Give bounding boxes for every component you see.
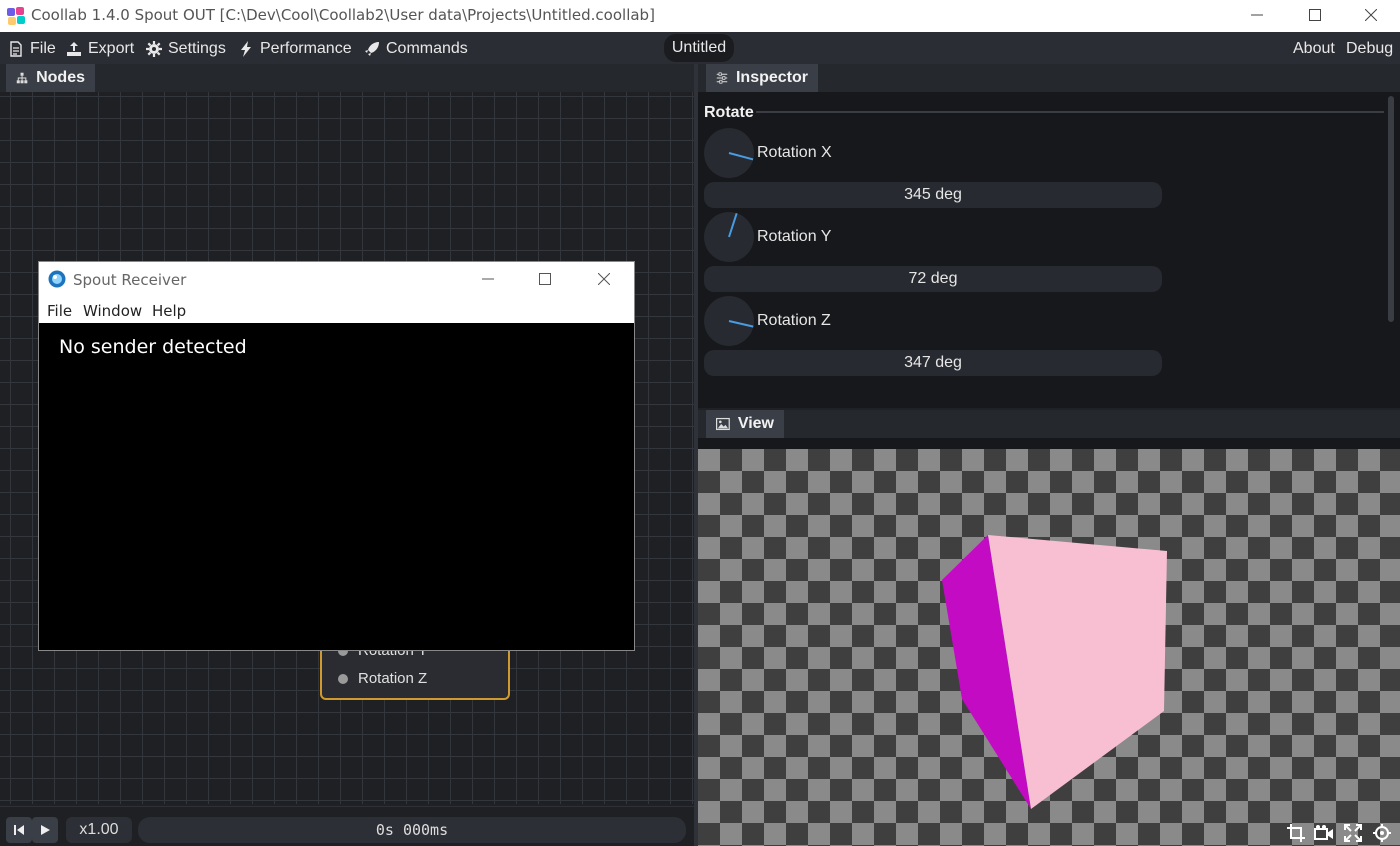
menu-export[interactable]: Export <box>66 40 134 58</box>
rotation-x-knob[interactable] <box>704 128 754 178</box>
menu-commands-label: Commands <box>386 40 468 57</box>
menu-commands[interactable]: Commands <box>364 40 468 58</box>
nodes-tab-bar: Nodes <box>0 64 694 92</box>
rewind-button[interactable] <box>6 817 32 843</box>
fullscreen-button[interactable] <box>1342 822 1364 844</box>
node-port-label: Rotation Z <box>358 670 428 687</box>
inspector-panel: Rotate Rotation X 345 deg Rotation Y 72 … <box>698 92 1400 408</box>
tab-nodes[interactable]: Nodes <box>6 64 95 92</box>
playback-speed[interactable]: x1.00 <box>66 817 132 843</box>
render-view[interactable] <box>698 449 1400 846</box>
minimize-icon <box>482 278 494 280</box>
view-tab-bar: View <box>698 410 1400 438</box>
play-icon <box>41 825 50 835</box>
view-header-strip <box>698 438 1400 449</box>
timeline-bar: x1.00 0s 000ms <box>0 806 694 846</box>
spout-titlebar: Spout Receiver <box>39 262 634 296</box>
knob-indicator <box>728 320 754 328</box>
gear-icon <box>146 41 162 57</box>
spout-menu-help[interactable]: Help <box>152 302 186 320</box>
section-divider <box>756 111 1384 113</box>
spout-menu-file[interactable]: File <box>47 302 72 320</box>
close-button[interactable] <box>1342 0 1400 30</box>
tab-view-label: View <box>737 415 774 432</box>
menu-about[interactable]: About <box>1293 40 1335 58</box>
maximize-button[interactable] <box>1286 0 1344 30</box>
camera-icon <box>1314 825 1333 840</box>
image-icon <box>716 417 730 431</box>
spout-menu-window[interactable]: Window <box>83 302 142 320</box>
rendered-cube <box>942 535 1167 809</box>
spout-menu-bar: File Window Help <box>39 296 634 323</box>
menu-debug[interactable]: Debug <box>1346 40 1393 58</box>
coollab-logo-icon <box>7 7 25 25</box>
rotation-x-value[interactable]: 345 deg <box>704 182 1162 208</box>
focus-button[interactable] <box>1371 822 1393 844</box>
knob-indicator <box>728 212 738 238</box>
rotation-y-label: Rotation Y <box>757 228 832 245</box>
spout-minimize-button[interactable] <box>475 268 501 290</box>
close-icon <box>598 273 610 285</box>
tab-nodes-label: Nodes <box>36 69 85 86</box>
minimize-button[interactable] <box>1228 0 1286 30</box>
spout-receiver-window[interactable]: Spout Receiver File Window Help No sende… <box>38 261 635 651</box>
tab-view[interactable]: View <box>706 410 784 438</box>
menu-performance[interactable]: Performance <box>238 40 352 58</box>
maximize-icon <box>1309 9 1321 21</box>
spout-maximize-button[interactable] <box>532 268 558 290</box>
menu-settings[interactable]: Settings <box>146 40 226 58</box>
spout-logo-icon <box>48 270 66 288</box>
target-icon <box>1373 824 1391 842</box>
menu-file-label: File <box>30 40 56 57</box>
tab-inspector[interactable]: Inspector <box>706 64 818 92</box>
rotation-z-knob[interactable] <box>704 296 754 346</box>
camera-button[interactable] <box>1313 822 1335 844</box>
port-dot <box>338 673 348 684</box>
knob-indicator <box>728 152 754 161</box>
play-button[interactable] <box>32 817 58 843</box>
document-icon <box>10 41 22 57</box>
menu-settings-label: Settings <box>168 40 226 57</box>
rotation-x-label: Rotation X <box>757 144 832 161</box>
inspector-scrollbar[interactable] <box>1388 96 1394 322</box>
rotation-z-label: Rotation Z <box>757 312 831 329</box>
fullscreen-icon <box>1344 824 1362 842</box>
sliders-icon <box>716 72 728 84</box>
rotation-y-value[interactable]: 72 deg <box>704 266 1162 292</box>
spout-title: Spout Receiver <box>73 271 187 289</box>
rocket-icon <box>365 42 379 56</box>
spout-close-button[interactable] <box>591 268 617 290</box>
section-title: Rotate <box>704 104 754 121</box>
tab-inspector-label: Inspector <box>735 69 808 86</box>
export-icon <box>67 42 81 56</box>
menu-performance-label: Performance <box>260 40 352 57</box>
spout-status-message: No sender detected <box>59 336 247 358</box>
node-port-rotation-z[interactable]: Rotation Z <box>338 670 427 687</box>
menu-file[interactable]: File <box>8 40 56 58</box>
project-name-badge[interactable]: Untitled <box>664 34 734 62</box>
inspector-tab-bar: Inspector <box>698 64 1400 92</box>
bolt-icon <box>241 41 251 57</box>
minimize-icon <box>1251 14 1263 16</box>
time-display[interactable]: 0s 000ms <box>138 817 686 843</box>
window-title: Coollab 1.4.0 Spout OUT [C:\Dev\Cool\Coo… <box>31 6 655 24</box>
skip-back-icon <box>14 825 24 835</box>
sitemap-icon <box>16 72 28 84</box>
maximize-icon <box>539 273 551 285</box>
crop-icon <box>1287 824 1305 842</box>
window-titlebar: Coollab 1.4.0 Spout OUT [C:\Dev\Cool\Coo… <box>0 0 1400 32</box>
menu-export-label: Export <box>88 40 135 57</box>
rotation-y-knob[interactable] <box>704 212 754 262</box>
rotation-z-value[interactable]: 347 deg <box>704 350 1162 376</box>
close-icon <box>1365 9 1377 21</box>
crop-button[interactable] <box>1285 822 1307 844</box>
